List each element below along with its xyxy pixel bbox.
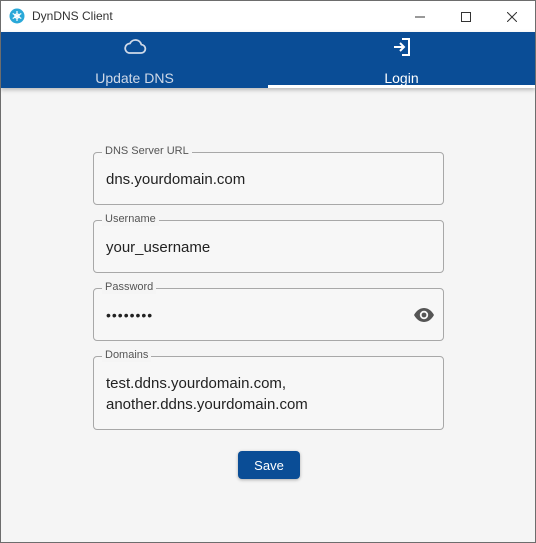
login-icon xyxy=(393,38,410,56)
tab-label: Login xyxy=(384,70,419,86)
username-field[interactable]: Username your_username xyxy=(93,212,444,273)
title-bar: DynDNS Client xyxy=(1,1,535,32)
maximize-button[interactable] xyxy=(443,1,489,32)
tab-update-dns[interactable]: Update DNS xyxy=(1,32,268,88)
username-label: Username xyxy=(102,212,159,226)
save-button[interactable]: Save xyxy=(238,451,300,479)
dns-server-url-label: DNS Server URL xyxy=(102,144,192,158)
window-title: DynDNS Client xyxy=(32,9,113,23)
domains-line-2: another.ddns.yourdomain.com xyxy=(106,396,308,413)
domains-line-1: test.ddns.yourdomain.com, xyxy=(106,375,287,392)
app-logo-icon xyxy=(9,8,25,24)
password-field[interactable]: Password •••••••• xyxy=(93,280,444,341)
dns-server-url-field[interactable]: DNS Server URL dns.yourdomain.com xyxy=(93,144,444,205)
minimize-icon xyxy=(415,16,425,17)
username-input[interactable]: your_username xyxy=(106,237,210,258)
domains-label: Domains xyxy=(102,348,152,362)
close-button[interactable] xyxy=(489,1,535,32)
domains-input[interactable]: test.ddns.yourdomain.com, another.ddns.y… xyxy=(106,373,308,415)
tab-selected-indicator xyxy=(268,85,535,88)
password-label: Password xyxy=(102,280,157,294)
password-input[interactable]: •••••••• xyxy=(106,305,153,326)
dns-server-url-input[interactable]: dns.yourdomain.com xyxy=(106,169,245,190)
domains-field[interactable]: Domains test.ddns.yourdomain.com, anothe… xyxy=(93,348,444,430)
tab-label: Update DNS xyxy=(95,70,174,86)
cloud-icon xyxy=(123,39,146,54)
tab-bar: Update DNS Login xyxy=(1,32,535,88)
minimize-button[interactable] xyxy=(397,1,443,32)
tab-login[interactable]: Login xyxy=(268,32,535,88)
eye-icon[interactable] xyxy=(413,305,435,325)
app-window: DynDNS Client Update DNS Login DNS Serve… xyxy=(0,0,536,543)
close-icon xyxy=(507,11,517,22)
maximize-icon xyxy=(461,11,471,22)
